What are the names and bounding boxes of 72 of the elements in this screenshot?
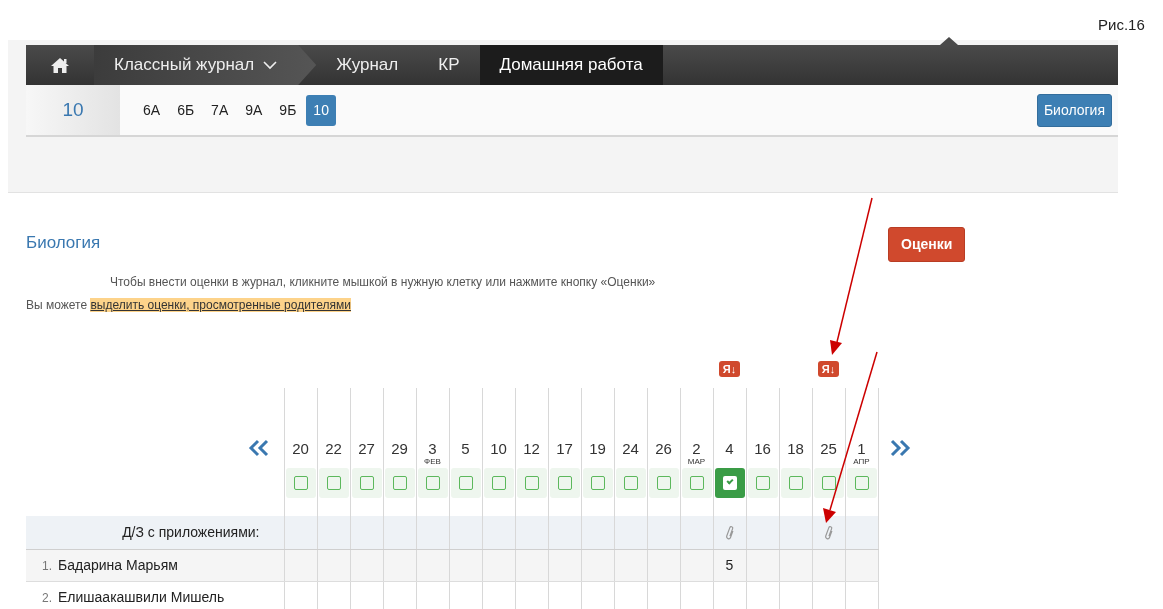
date-label: 18: [786, 440, 805, 457]
grades-button[interactable]: Оценки: [888, 227, 966, 262]
checkbox[interactable]: [351, 468, 382, 498]
row-label: Д/З с приложениями:: [26, 516, 284, 549]
home-icon[interactable]: [50, 56, 70, 74]
date-label: 17: [555, 440, 574, 457]
class-tab[interactable]: 6Б: [170, 94, 202, 126]
status-badge: Я↓: [718, 361, 741, 377]
class-tab[interactable]: 6А: [136, 94, 168, 126]
date-label: 29: [390, 440, 409, 457]
date-label: 19: [588, 440, 607, 457]
class-tab[interactable]: 10: [306, 94, 336, 126]
notch-icon: [940, 37, 958, 45]
highlight-link[interactable]: выделить оценки, просмотренные родителями: [90, 298, 351, 312]
date-label: 2: [691, 440, 702, 457]
double-chevron-left-icon[interactable]: [247, 438, 270, 457]
subject-heading: Биология: [26, 233, 101, 254]
nav-tab[interactable]: КР: [418, 45, 480, 85]
checkbox[interactable]: [813, 468, 844, 498]
paperclip-icon[interactable]: [823, 525, 834, 541]
row-number: 2.: [42, 590, 52, 605]
date-label: 3: [427, 440, 438, 457]
row-number: 1.: [42, 558, 52, 573]
note-text: Вы можете выделить оценки, просмотренные родителями: [26, 297, 352, 314]
student-name: Елишаакашвили Мишель: [58, 588, 225, 605]
current-class-label: 10: [26, 85, 120, 135]
month-label: МАР: [686, 457, 707, 466]
date-label: 22: [324, 440, 343, 457]
chevron-down-icon: [262, 60, 279, 70]
checkbox[interactable]: [780, 468, 811, 498]
date-label: 20: [291, 440, 310, 457]
date-label: 1: [856, 440, 867, 457]
checkbox[interactable]: [582, 468, 613, 498]
date-label: 24: [621, 440, 640, 457]
nav-tab[interactable]: Домашняя работа: [479, 45, 663, 85]
hint-text: Чтобы внести оценки в журнал, кликните мышкой в нужную клетку или нажмите кнопку «Оценки»: [110, 274, 657, 291]
checkbox[interactable]: [846, 468, 877, 498]
checkbox[interactable]: [549, 468, 580, 498]
date-label: 4: [724, 440, 735, 457]
checkbox[interactable]: [318, 468, 349, 498]
checkbox[interactable]: [747, 468, 778, 498]
double-chevron-right-icon[interactable]: [888, 438, 911, 457]
nav-tab[interactable]: Журнал: [316, 45, 419, 85]
date-label: 27: [357, 440, 376, 457]
checkbox[interactable]: [384, 468, 415, 498]
grade-value[interactable]: 5: [725, 557, 734, 573]
checkbox[interactable]: [516, 468, 547, 498]
class-tab[interactable]: 7А: [204, 94, 236, 126]
date-label: 5: [460, 440, 471, 457]
checkbox[interactable]: [450, 468, 481, 498]
date-label: 25: [819, 440, 838, 457]
dropdown-button[interactable]: Классный журнал: [94, 45, 317, 85]
checkbox[interactable]: [417, 468, 448, 498]
date-label: 16: [753, 440, 772, 457]
date-label: 26: [654, 440, 673, 457]
paperclip-icon[interactable]: [724, 525, 735, 541]
checkbox[interactable]: [648, 468, 679, 498]
subject-button[interactable]: Биология: [1036, 93, 1112, 127]
date-label: 10: [489, 440, 508, 457]
checkbox[interactable]: [483, 468, 514, 498]
student-name: Бадарина Марьям: [58, 556, 178, 573]
checkbox[interactable]: [714, 468, 745, 498]
checkbox[interactable]: [615, 468, 646, 498]
checkbox[interactable]: [681, 468, 712, 498]
class-tab[interactable]: 9А: [238, 94, 270, 126]
class-tab[interactable]: 9Б: [272, 94, 304, 126]
month-label: ФЕВ: [423, 457, 442, 466]
month-label: АПР: [852, 457, 871, 466]
date-label: 12: [522, 440, 541, 457]
checkbox[interactable]: [285, 468, 316, 498]
status-badge: Я↓: [817, 361, 840, 377]
figure-caption: Рис.16: [1098, 15, 1145, 35]
